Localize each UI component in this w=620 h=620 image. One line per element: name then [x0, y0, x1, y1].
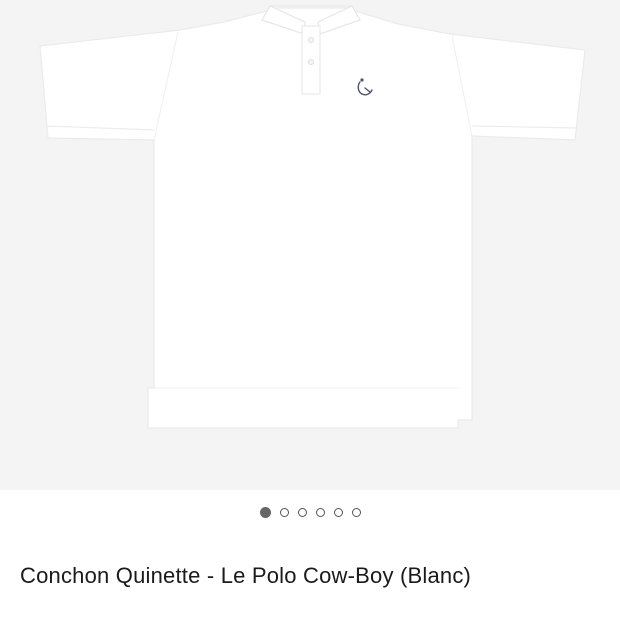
- carousel-dot-2[interactable]: [279, 507, 289, 517]
- product-page: Conchon Quinette - Le Polo Cow-Boy (Blan…: [0, 0, 620, 620]
- carousel-dot-5[interactable]: [333, 507, 343, 517]
- carousel-dot-4[interactable]: [315, 507, 325, 517]
- product-image-area[interactable]: [0, 0, 620, 490]
- carousel-dot-1[interactable]: [259, 506, 271, 518]
- polo-shirt-image[interactable]: [0, 0, 620, 490]
- carousel-dot-3[interactable]: [297, 507, 307, 517]
- image-carousel-pager: [0, 504, 620, 520]
- carousel-dot-6[interactable]: [351, 507, 361, 517]
- product-title: Conchon Quinette - Le Polo Cow-Boy (Blan…: [20, 563, 472, 588]
